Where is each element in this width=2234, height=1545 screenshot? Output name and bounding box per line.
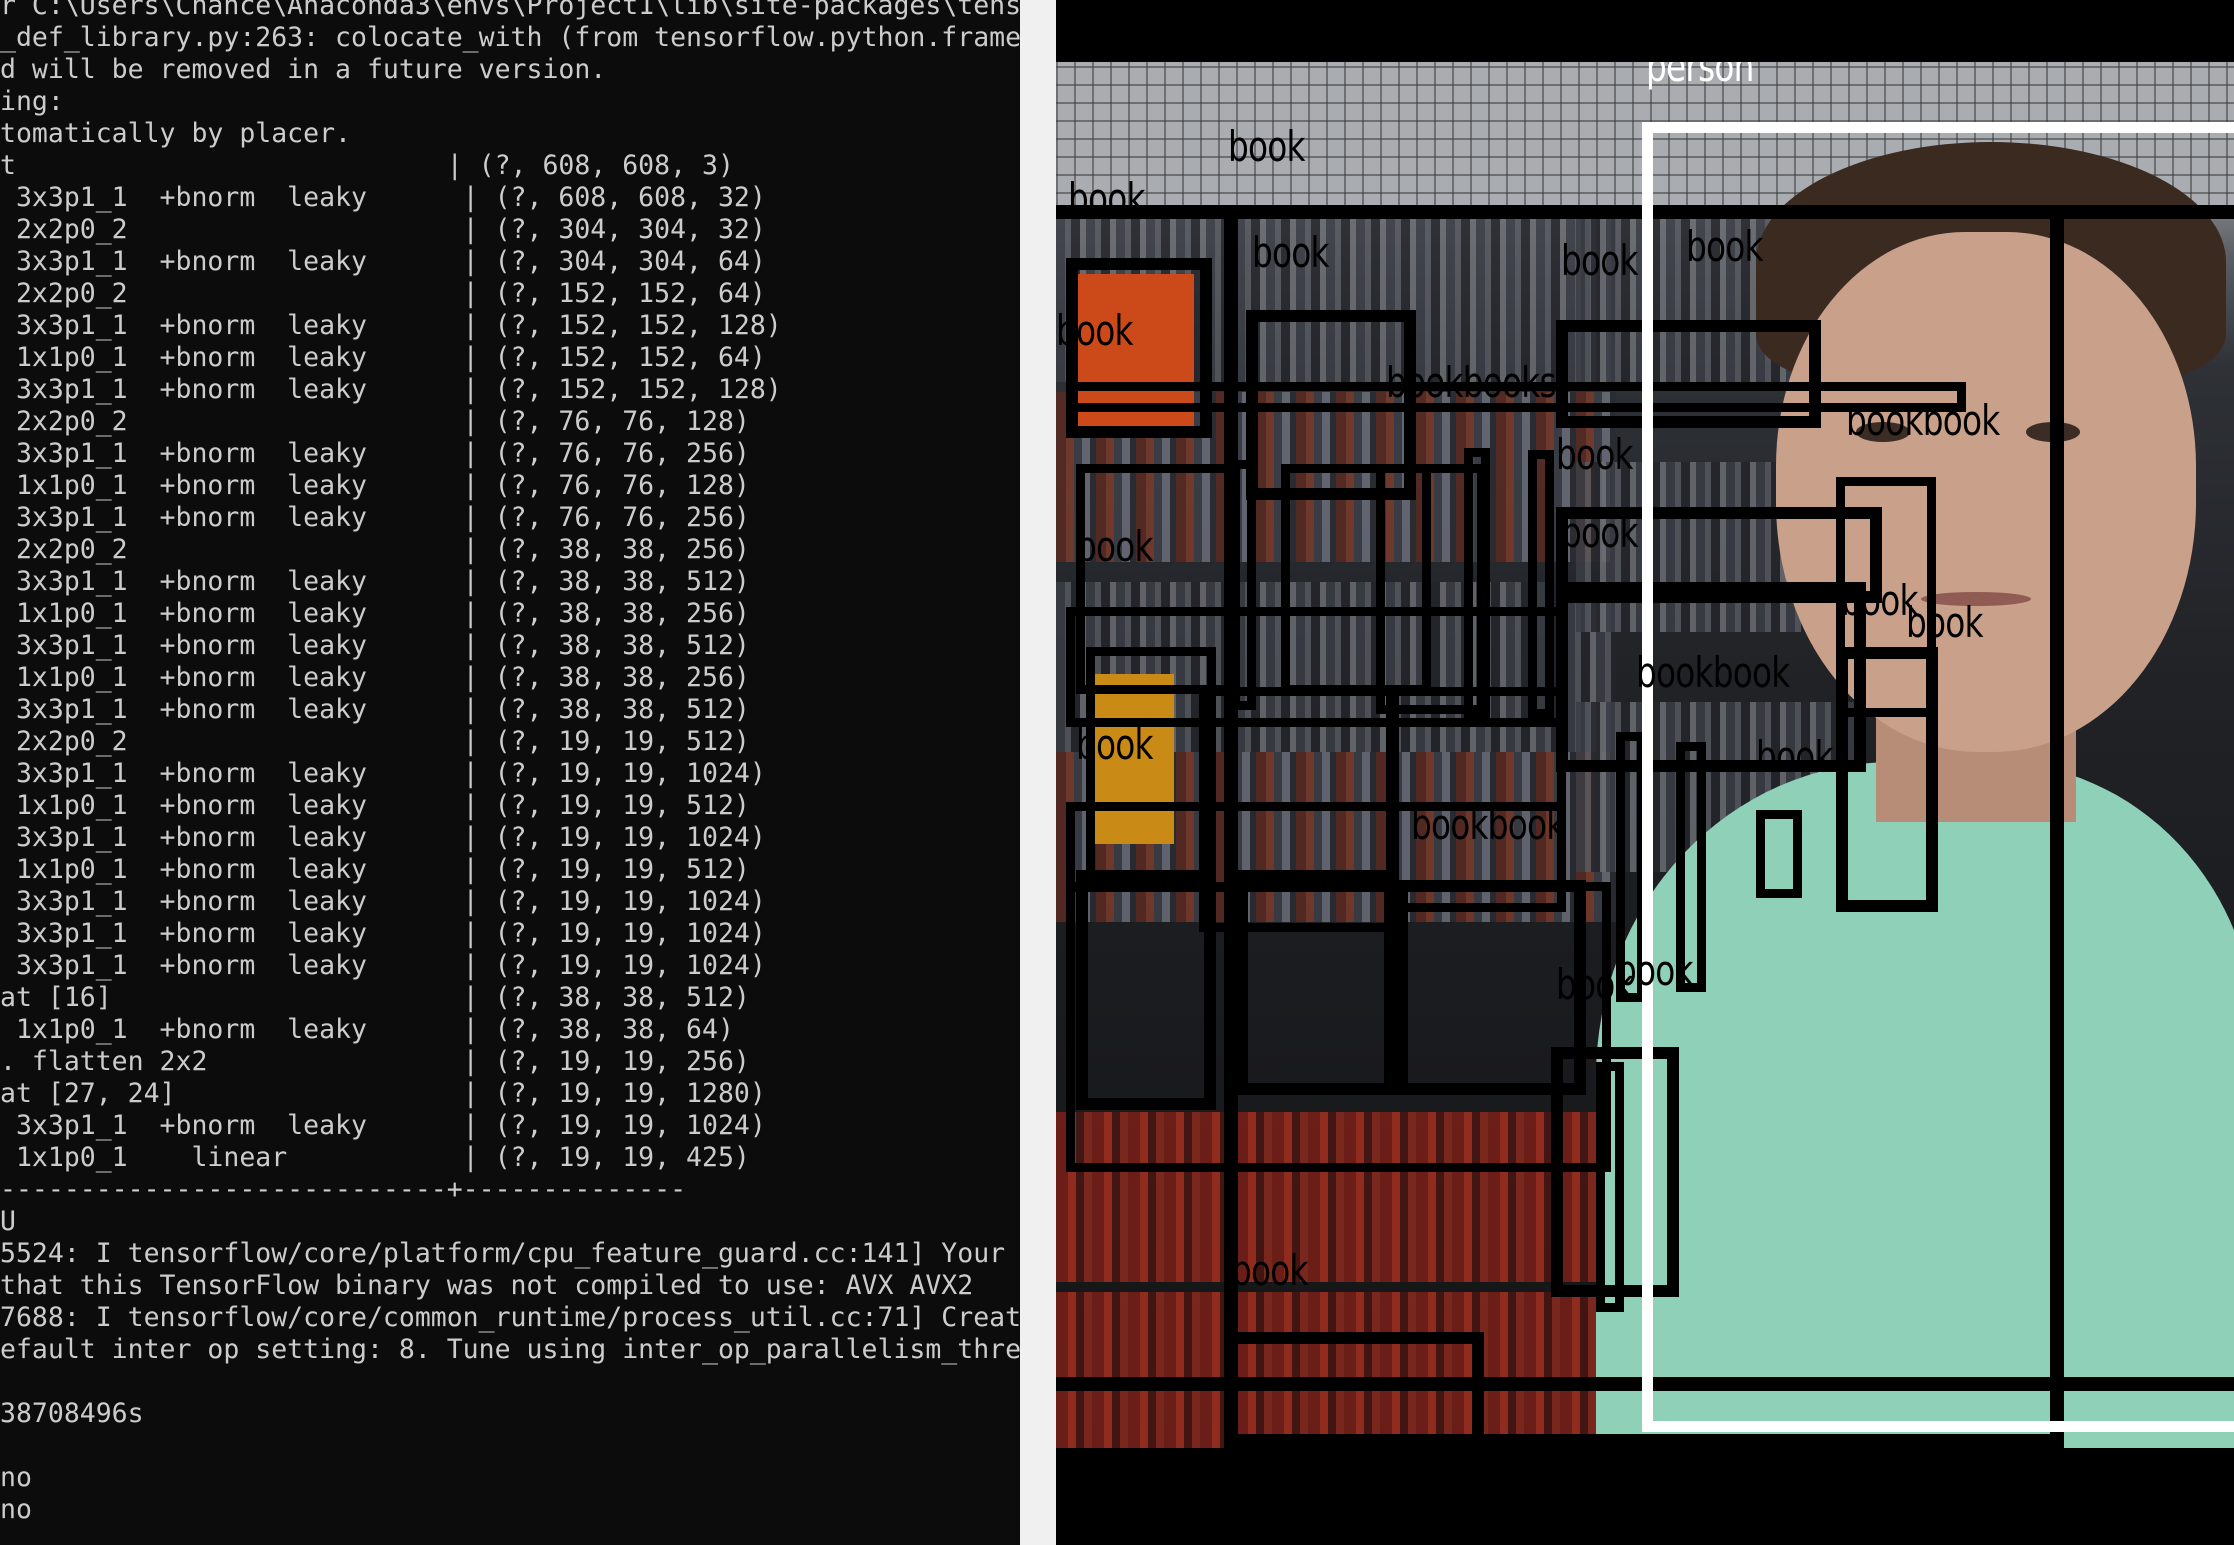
console-line: no xyxy=(0,1462,32,1493)
console-line: at [27, 24] | (?, 19, 19, 1280) xyxy=(0,1078,766,1109)
console-line: d will be removed in a future version. xyxy=(0,54,607,85)
book-label: book xyxy=(1228,122,1306,171)
book-label: book xyxy=(1068,174,1146,223)
console-line: 3x3p1_1 +bnorm leaky | (?, 76, 76, 256) xyxy=(0,438,750,469)
console-line: 3x3p1_1 +bnorm leaky | (?, 19, 19, 1024) xyxy=(0,918,766,949)
book-label: book xyxy=(1076,720,1154,769)
console-line: 3x3p1_1 +bnorm leaky | (?, 19, 19, 1024) xyxy=(0,886,766,917)
console-line: U xyxy=(0,1206,16,1237)
book-label: book xyxy=(1906,598,1984,647)
console-line: 1x1p0_1 +bnorm leaky | (?, 19, 19, 512) xyxy=(0,790,750,821)
person-detection-box xyxy=(1642,122,2234,1432)
video-bottom-bar xyxy=(1056,1448,2234,1545)
console-line: 3x3p1_1 +bnorm leaky | (?, 304, 304, 64) xyxy=(0,246,766,277)
book-label: book xyxy=(1561,236,1639,285)
book-label: bookbooks xyxy=(1386,358,1557,407)
console-line: . flatten 2x2 | (?, 19, 19, 256) xyxy=(0,1046,750,1077)
console-line: t | (?, 608, 608, 3) xyxy=(0,150,734,181)
console-line: 1x1p0_1 +bnorm leaky | (?, 76, 76, 128) xyxy=(0,470,750,501)
book-detection-box xyxy=(1596,1062,1624,1312)
console-line: 2x2p0_2 | (?, 19, 19, 512) xyxy=(0,726,750,757)
book-label: book xyxy=(1686,222,1764,271)
console-line: tomatically by placer. xyxy=(0,118,351,149)
console-line: 2x2p0_2 | (?, 304, 304, 32) xyxy=(0,214,766,245)
book-label: bookbook xyxy=(1411,800,1565,849)
book-label: book xyxy=(1076,522,1154,571)
book-label: bookbook xyxy=(1846,396,2000,445)
console-line: 2x2p0_2 | (?, 152, 152, 64) xyxy=(0,278,766,309)
detection-video-window[interactable]: person book book book book book book boo… xyxy=(1056,0,2234,1545)
console-line: 3x3p1_1 +bnorm leaky | (?, 152, 152, 128… xyxy=(0,310,782,341)
console-line: 7688: I tensorflow/core/common_runtime/p… xyxy=(0,1302,1020,1333)
book-label: bookbook xyxy=(1636,648,1790,697)
console-line: 1x1p0_1 +bnorm leaky | (?, 38, 38, 256) xyxy=(0,662,750,693)
console-line: ----------------------------+-----------… xyxy=(0,1174,687,1205)
console-line: 3x3p1_1 +bnorm leaky | (?, 38, 38, 512) xyxy=(0,630,750,661)
console-line: _def_library.py:263: colocate_with (from… xyxy=(0,22,1020,53)
console-line: 3x3p1_1 +bnorm leaky | (?, 19, 19, 1024) xyxy=(0,1110,766,1141)
book-label: book xyxy=(1756,732,1834,781)
console-window[interactable]: r C:\Users\Chance\Anaconda3\envs\Project… xyxy=(0,0,1020,1545)
console-line: 38708496s xyxy=(0,1398,144,1429)
book-label: book xyxy=(1252,228,1330,277)
console-line: 2x2p0_2 | (?, 38, 38, 256) xyxy=(0,534,750,565)
console-line: 3x3p1_1 +bnorm leaky | (?, 19, 19, 1024) xyxy=(0,950,766,981)
book-detection-box xyxy=(1224,1332,1484,1448)
console-line: that this TensorFlow binary was not comp… xyxy=(0,1270,974,1301)
console-scrollbar[interactable] xyxy=(1020,0,1056,1545)
book-label: book xyxy=(1616,946,1694,995)
book-label: book xyxy=(1056,306,1134,355)
console-line: 3x3p1_1 +bnorm leaky | (?, 76, 76, 256) xyxy=(0,502,750,533)
console-line: 1x1p0_1 +bnorm leaky | (?, 38, 38, 256) xyxy=(0,598,750,629)
console-line: 1x1p0_1 +bnorm leaky | (?, 152, 152, 64) xyxy=(0,342,766,373)
console-line: 1x1p0_1 linear | (?, 19, 19, 425) xyxy=(0,1142,750,1173)
console-line: 3x3p1_1 +bnorm leaky | (?, 38, 38, 512) xyxy=(0,694,750,725)
book-detection-box xyxy=(1066,882,1611,1172)
console-line: at [16] | (?, 38, 38, 512) xyxy=(0,982,750,1013)
console-line: 5524: I tensorflow/core/platform/cpu_fea… xyxy=(0,1238,1020,1269)
console-line: 3x3p1_1 +bnorm leaky | (?, 19, 19, 1024) xyxy=(0,822,766,853)
video-frame: person book book book book book book boo… xyxy=(1056,62,2234,1448)
book-label: book xyxy=(1231,1246,1309,1295)
console-line: 2x2p0_2 | (?, 76, 76, 128) xyxy=(0,406,750,437)
console-line: r C:\Users\Chance\Anaconda3\envs\Project… xyxy=(0,0,1020,21)
console-line: 1x1p0_1 +bnorm leaky | (?, 19, 19, 512) xyxy=(0,854,750,885)
console-line: 3x3p1_1 +bnorm leaky | (?, 608, 608, 32) xyxy=(0,182,766,213)
console-output: r C:\Users\Chance\Anaconda3\envs\Project… xyxy=(0,0,1020,1526)
console-line: 1x1p0_1 +bnorm leaky | (?, 38, 38, 64) xyxy=(0,1014,734,1045)
book-label: book xyxy=(1556,430,1634,479)
console-line: 3x3p1_1 +bnorm leaky | (?, 19, 19, 1024) xyxy=(0,758,766,789)
person-label: person xyxy=(1646,62,1754,91)
book-label: book xyxy=(1561,508,1639,557)
console-line: 3x3p1_1 +bnorm leaky | (?, 152, 152, 128… xyxy=(0,374,782,405)
console-line: no xyxy=(0,1494,32,1525)
console-line: 3x3p1_1 +bnorm leaky | (?, 38, 38, 512) xyxy=(0,566,750,597)
console-line: ing: xyxy=(0,86,64,117)
console-line: efault inter op setting: 8. Tune using i… xyxy=(0,1334,1020,1365)
